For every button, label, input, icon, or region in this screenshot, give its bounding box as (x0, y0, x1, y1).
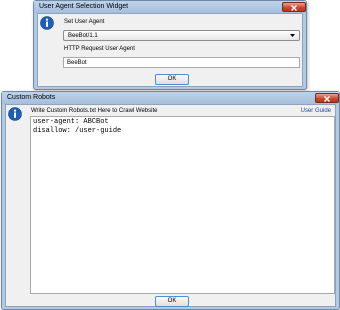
user-agent-select-value: BeeBot/1.1 (68, 32, 98, 39)
info-icon (8, 107, 22, 121)
user-agent-close-button[interactable] (282, 2, 306, 12)
http-user-agent-label: HTTP Request User Agent (64, 46, 135, 52)
editor-line: user-agent: ABCBot (33, 118, 109, 126)
close-icon (324, 95, 330, 102)
close-icon (291, 4, 297, 11)
http-user-agent-value: BeeBot (67, 59, 87, 66)
user-agent-ok-button[interactable]: OK (155, 74, 189, 85)
chevron-down-icon (290, 34, 295, 37)
custom-robots-dialog-title: Custom Robots (7, 94, 56, 101)
user-guide-link[interactable]: User Guide (301, 108, 331, 114)
custom-robots-close-button[interactable] (315, 93, 339, 103)
user-agent-select[interactable]: BeeBot/1.1 (63, 30, 300, 41)
user-agent-client-area: Set User Agent BeeBot/1.1 HTTP Request U… (37, 13, 303, 87)
robots-txt-editor[interactable]: user-agent: ABCBot disallow: /user-guide (30, 116, 335, 294)
user-agent-titlebar[interactable]: User Agent Selection Widget (34, 1, 306, 13)
set-user-agent-label: Set User Agent (64, 19, 105, 25)
http-user-agent-input[interactable]: BeeBot (63, 57, 300, 68)
custom-robots-client-area: Write Custom Robots.txt Here to Crawl We… (5, 104, 336, 307)
custom-robots-titlebar[interactable]: Custom Robots (2, 92, 339, 104)
info-icon (40, 16, 54, 30)
user-agent-dialog-title: User Agent Selection Widget (39, 3, 129, 10)
robots-instruction-label: Write Custom Robots.txt Here to Crawl We… (31, 108, 158, 114)
editor-line: disallow: /user-guide (33, 126, 122, 135)
custom-robots-dialog: Custom Robots Write Custom Robots.txt He… (1, 91, 340, 310)
custom-robots-ok-button[interactable]: OK (155, 296, 189, 307)
user-agent-dialog: User Agent Selection Widget Set User Age… (33, 0, 307, 90)
